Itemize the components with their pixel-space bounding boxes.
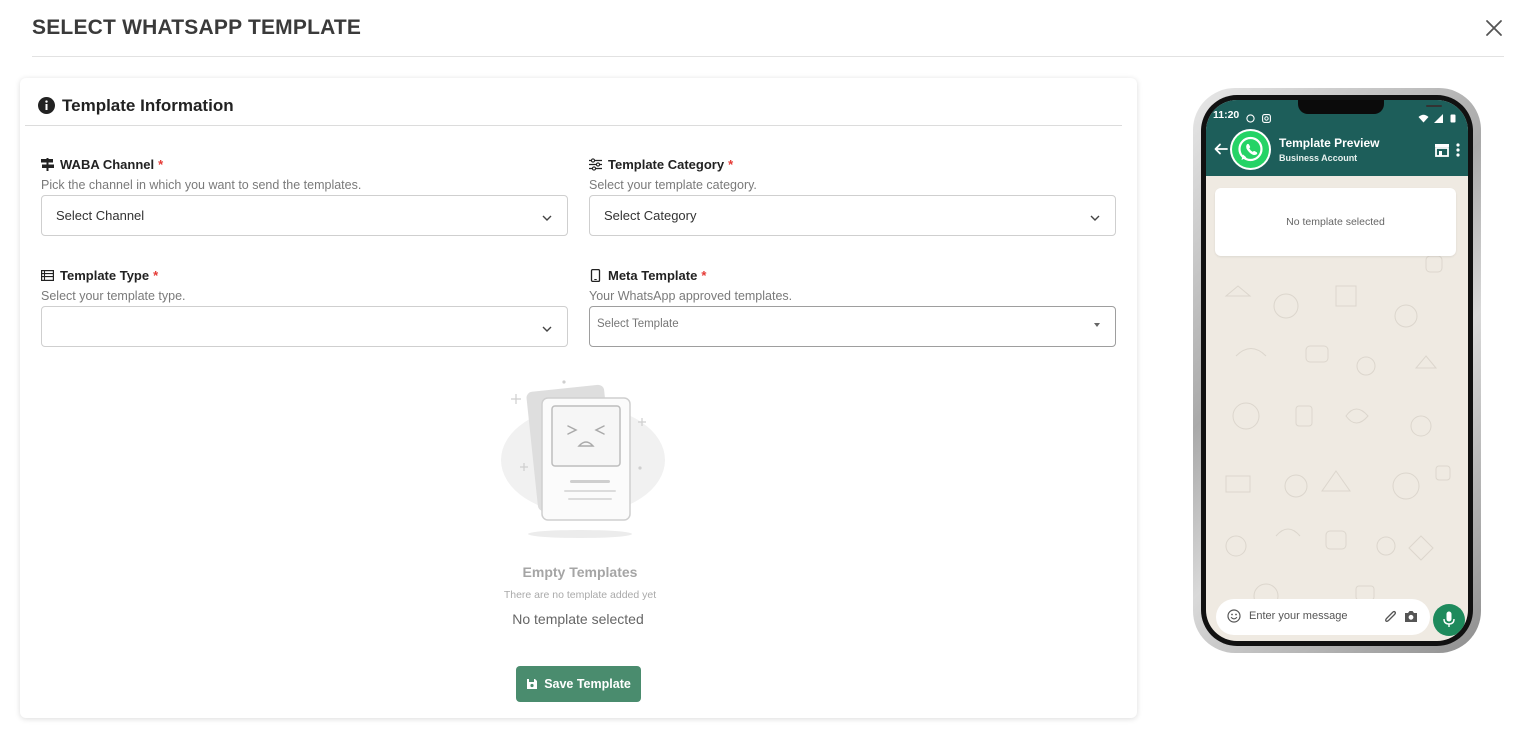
floppy-disk-icon: [526, 678, 538, 690]
camera-icon[interactable]: [1404, 610, 1418, 623]
required-mark: *: [728, 156, 734, 172]
microphone-icon: [1442, 611, 1456, 628]
whatsapp-status-icon: [1246, 110, 1255, 123]
waba-channel-select[interactable]: Select Channel: [41, 195, 568, 236]
template-category-label: Template Category: [608, 156, 725, 172]
preview-message-bubble: No template selected: [1215, 188, 1456, 256]
waba-channel-help: Pick the channel in which you want to se…: [41, 178, 362, 192]
phone-screen: No template selected 11:20 Template Prev…: [1206, 100, 1468, 641]
required-mark: *: [153, 267, 159, 283]
template-category-help: Select your template category.: [589, 178, 757, 192]
list-icon: [41, 269, 55, 282]
emoji-icon[interactable]: [1227, 609, 1241, 623]
waba-channel-value: Select Channel: [56, 208, 145, 223]
empty-templates-title: Empty Templates: [522, 564, 638, 580]
mobile-icon: [589, 268, 602, 282]
contact-name: Template Preview: [1279, 136, 1380, 150]
status-time: 11:20: [1213, 109, 1240, 121]
whatsapp-header: 11:20 Template Preview Business Account: [1206, 100, 1468, 176]
chevron-down-icon: [541, 211, 553, 223]
save-template-button[interactable]: Save Template: [516, 666, 641, 702]
no-template-selected-text: No template selected: [512, 611, 644, 627]
signal-icon: [1434, 110, 1443, 123]
preview-message-text: No template selected: [1286, 216, 1385, 228]
meta-template-select[interactable]: Select Template: [589, 306, 1116, 347]
info-icon: [38, 97, 55, 114]
template-type-help: Select your template type.: [41, 289, 186, 303]
template-category-select[interactable]: Select Category: [589, 195, 1116, 236]
modal-title: SELECT WHATSAPP TEMPLATE: [32, 16, 362, 39]
chevron-down-icon: [541, 322, 553, 334]
empty-templates-subtitle: There are no template added yet: [503, 589, 657, 601]
shop-icon[interactable]: [1434, 143, 1450, 157]
template-type-select[interactable]: [41, 306, 568, 347]
caret-down-icon: [1094, 323, 1100, 327]
more-options-icon[interactable]: [1456, 143, 1460, 157]
modal-header: SELECT WHATSAPP TEMPLATE: [0, 0, 1535, 57]
save-template-label: Save Template: [544, 677, 631, 691]
header-divider: [32, 56, 1504, 57]
contact-subtitle: Business Account: [1279, 153, 1358, 163]
wifi-icon: [1418, 110, 1429, 123]
meta-template-label: Meta Template: [608, 267, 698, 283]
message-input-placeholder: Enter your message: [1249, 610, 1348, 622]
paperclip-icon[interactable]: [1384, 610, 1397, 624]
card-header: Template Information: [25, 78, 1122, 126]
battery-icon: [1450, 110, 1456, 123]
signpost-icon: [41, 157, 54, 171]
phone-preview: No template selected 11:20 Template Prev…: [1193, 88, 1481, 653]
microphone-button[interactable]: [1433, 604, 1465, 636]
close-icon[interactable]: [1482, 16, 1506, 40]
back-arrow-icon[interactable]: [1214, 142, 1228, 155]
instagram-status-icon: [1262, 110, 1271, 123]
meta-template-help: Your WhatsApp approved templates.: [589, 289, 793, 303]
card-title: Template Information: [62, 96, 234, 115]
template-type-label: Template Type: [60, 267, 150, 283]
whatsapp-logo-avatar: [1230, 129, 1271, 170]
required-mark: *: [158, 156, 164, 172]
sliders-icon: [589, 157, 602, 171]
template-category-value: Select Category: [604, 208, 697, 223]
chevron-down-icon: [1089, 211, 1101, 223]
meta-template-value: Select Template: [597, 318, 679, 330]
empty-templates-illustration: [488, 374, 678, 544]
phone-notch: [1298, 100, 1442, 114]
required-mark: *: [701, 267, 707, 283]
message-input-bar[interactable]: Enter your message: [1216, 599, 1430, 635]
waba-channel-label: WABA Channel: [60, 156, 155, 172]
